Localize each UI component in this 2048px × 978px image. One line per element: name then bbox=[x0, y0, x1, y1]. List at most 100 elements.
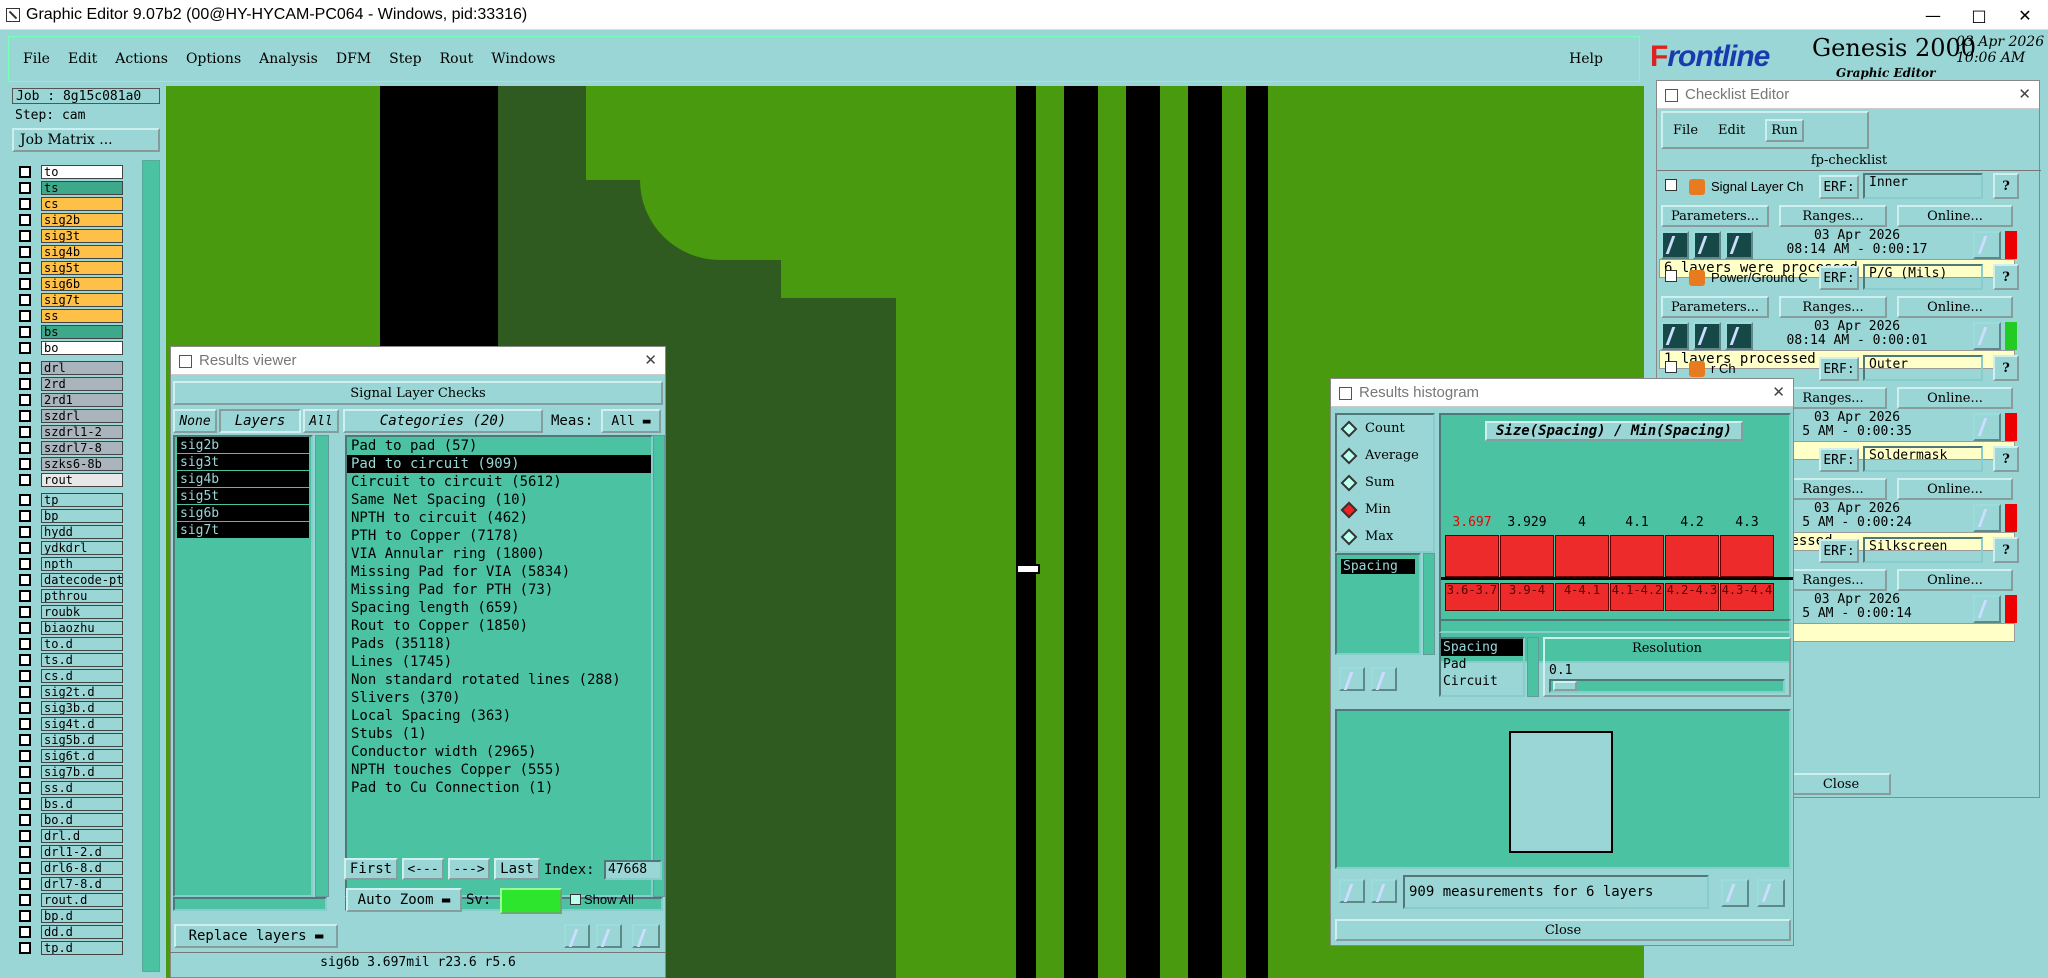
layer-row[interactable]: bs.d bbox=[16, 796, 140, 812]
category-item[interactable]: Same Net Spacing (10) bbox=[347, 491, 651, 509]
close-button[interactable]: Close bbox=[1335, 919, 1791, 941]
category-item[interactable]: Slivers (370) bbox=[347, 689, 651, 707]
category-item[interactable]: Missing Pad for PTH (73) bbox=[347, 581, 651, 599]
check-checkbox[interactable] bbox=[1665, 361, 1677, 373]
layer-checkbox[interactable] bbox=[19, 246, 31, 258]
layer-name[interactable]: sig6b bbox=[41, 277, 123, 291]
ranges-button[interactable]: Ranges... bbox=[1779, 205, 1887, 227]
layer-checkbox[interactable] bbox=[19, 294, 31, 306]
layer-name[interactable]: szks6-8b bbox=[41, 457, 123, 471]
online-button[interactable]: Online... bbox=[1897, 296, 2013, 318]
layer-row[interactable]: to.d bbox=[16, 636, 140, 652]
layer-checkbox[interactable] bbox=[19, 510, 31, 522]
layer-row[interactable]: drl7-8.d bbox=[16, 876, 140, 892]
category-item[interactable]: Local Spacing (363) bbox=[347, 707, 651, 725]
layer-name[interactable]: drl6-8.d bbox=[41, 861, 123, 875]
layer-name[interactable]: cs bbox=[41, 197, 123, 211]
layer-row[interactable]: rout bbox=[16, 472, 140, 488]
layer-checkbox[interactable] bbox=[19, 410, 31, 422]
layer-checkbox[interactable] bbox=[19, 638, 31, 650]
layer-row[interactable]: ss bbox=[16, 308, 140, 324]
help-icon[interactable]: ? bbox=[1993, 355, 2019, 381]
layer-row[interactable]: sig5b.d bbox=[16, 732, 140, 748]
layer-row[interactable]: sig2b bbox=[16, 212, 140, 228]
layer-row[interactable]: sig5t bbox=[16, 260, 140, 276]
layer-row[interactable]: drl1-2.d bbox=[16, 844, 140, 860]
layer-checkbox[interactable] bbox=[19, 846, 31, 858]
layer-name[interactable]: cs.d bbox=[41, 669, 123, 683]
layer-name[interactable]: sig4t.d bbox=[41, 717, 123, 731]
ranges-button[interactable]: Ranges... bbox=[1779, 569, 1887, 591]
online-button[interactable]: Online... bbox=[1897, 478, 2013, 500]
erf-value[interactable]: Outer bbox=[1863, 355, 1983, 381]
prev-button[interactable]: <--- bbox=[402, 858, 444, 880]
run-icon[interactable] bbox=[1693, 231, 1721, 259]
layer-checkbox[interactable] bbox=[19, 394, 31, 406]
layer-checkbox[interactable] bbox=[19, 542, 31, 554]
layer-checkbox[interactable] bbox=[19, 878, 31, 890]
layer-name[interactable]: szdrl7-8 bbox=[41, 441, 123, 455]
erf-value[interactable]: Silkscreen bbox=[1863, 537, 1983, 563]
category-item[interactable]: Pad to Cu Connection (1) bbox=[347, 779, 651, 797]
layer-row[interactable]: bp bbox=[16, 508, 140, 524]
layer-name[interactable]: sig5b.d bbox=[41, 733, 123, 747]
histogram-bar[interactable] bbox=[1665, 535, 1719, 577]
layer-checkbox[interactable] bbox=[19, 342, 31, 354]
layer-name[interactable]: biaozhu bbox=[41, 621, 123, 635]
layer-row[interactable]: dd.d bbox=[16, 924, 140, 940]
layer-name[interactable]: szdrl bbox=[41, 409, 123, 423]
category-item[interactable]: NPTH to circuit (462) bbox=[347, 509, 651, 527]
layer-row[interactable]: rout.d bbox=[16, 892, 140, 908]
layer-row[interactable]: pthrou bbox=[16, 588, 140, 604]
close-button[interactable]: Close bbox=[1791, 773, 1891, 795]
erf-value[interactable]: Soldermask bbox=[1863, 446, 1983, 472]
run-icon[interactable] bbox=[1725, 322, 1753, 350]
layer-name[interactable]: bp.d bbox=[41, 909, 123, 923]
layer-name[interactable]: bs bbox=[41, 325, 123, 339]
category-item[interactable]: Stubs (1) bbox=[347, 725, 651, 743]
layer-row[interactable]: cs.d bbox=[16, 668, 140, 684]
layer-row[interactable]: tp bbox=[16, 492, 140, 508]
layer-checkbox[interactable] bbox=[19, 442, 31, 454]
erf-value[interactable]: Inner bbox=[1863, 173, 1983, 199]
layer-checkbox[interactable] bbox=[19, 622, 31, 634]
layer-row[interactable]: bs bbox=[16, 324, 140, 340]
layer-name[interactable]: sig2t.d bbox=[41, 685, 123, 699]
layer-checkbox[interactable] bbox=[19, 278, 31, 290]
category-item[interactable]: Spacing length (659) bbox=[347, 599, 651, 617]
category-item[interactable]: Pad to pad (57) bbox=[347, 437, 651, 455]
maximize-icon[interactable]: □ bbox=[1956, 0, 2002, 30]
run-icon[interactable] bbox=[1661, 231, 1689, 259]
layer-name[interactable]: bp bbox=[41, 509, 123, 523]
layer-name[interactable]: szdrl1-2 bbox=[41, 425, 123, 439]
layer-row[interactable]: bp.d bbox=[16, 908, 140, 924]
index-input[interactable]: 47668 bbox=[604, 860, 662, 880]
close-icon[interactable]: ✕ bbox=[1772, 383, 1785, 401]
zoom-icon[interactable] bbox=[1973, 595, 2001, 623]
layer-checkbox[interactable] bbox=[19, 702, 31, 714]
layer-row[interactable]: roubk bbox=[16, 604, 140, 620]
layer-checkbox[interactable] bbox=[19, 910, 31, 922]
layer-checkbox[interactable] bbox=[19, 214, 31, 226]
layer-name[interactable]: sig4b bbox=[41, 245, 123, 259]
layer-checkbox[interactable] bbox=[19, 458, 31, 470]
run-icon[interactable] bbox=[1693, 322, 1721, 350]
layer-name[interactable]: sig7b.d bbox=[41, 765, 123, 779]
category-item[interactable]: Pads (35118) bbox=[347, 635, 651, 653]
zoom-icon[interactable] bbox=[1973, 231, 2001, 259]
category-item[interactable]: PTH to Copper (7178) bbox=[347, 527, 651, 545]
layer-row[interactable]: bo.d bbox=[16, 812, 140, 828]
layer-checkbox[interactable] bbox=[19, 654, 31, 666]
next-button[interactable]: ---> bbox=[448, 858, 490, 880]
parameters-button[interactable]: Parameters... bbox=[1661, 205, 1769, 227]
layer-row[interactable]: sig7b.d bbox=[16, 764, 140, 780]
run-icon[interactable] bbox=[1661, 322, 1689, 350]
menu-windows[interactable]: Windows bbox=[491, 51, 555, 67]
layer-row[interactable]: biaozhu bbox=[16, 620, 140, 636]
mode-option[interactable]: Min bbox=[1340, 501, 1391, 518]
menu-file[interactable]: File bbox=[23, 51, 50, 67]
selected-layer[interactable]: sig2b bbox=[177, 437, 309, 454]
erf-value[interactable]: P/G (Mils) bbox=[1863, 264, 1983, 290]
layer-row[interactable]: ts bbox=[16, 180, 140, 196]
layer-row[interactable]: sig6b bbox=[16, 276, 140, 292]
